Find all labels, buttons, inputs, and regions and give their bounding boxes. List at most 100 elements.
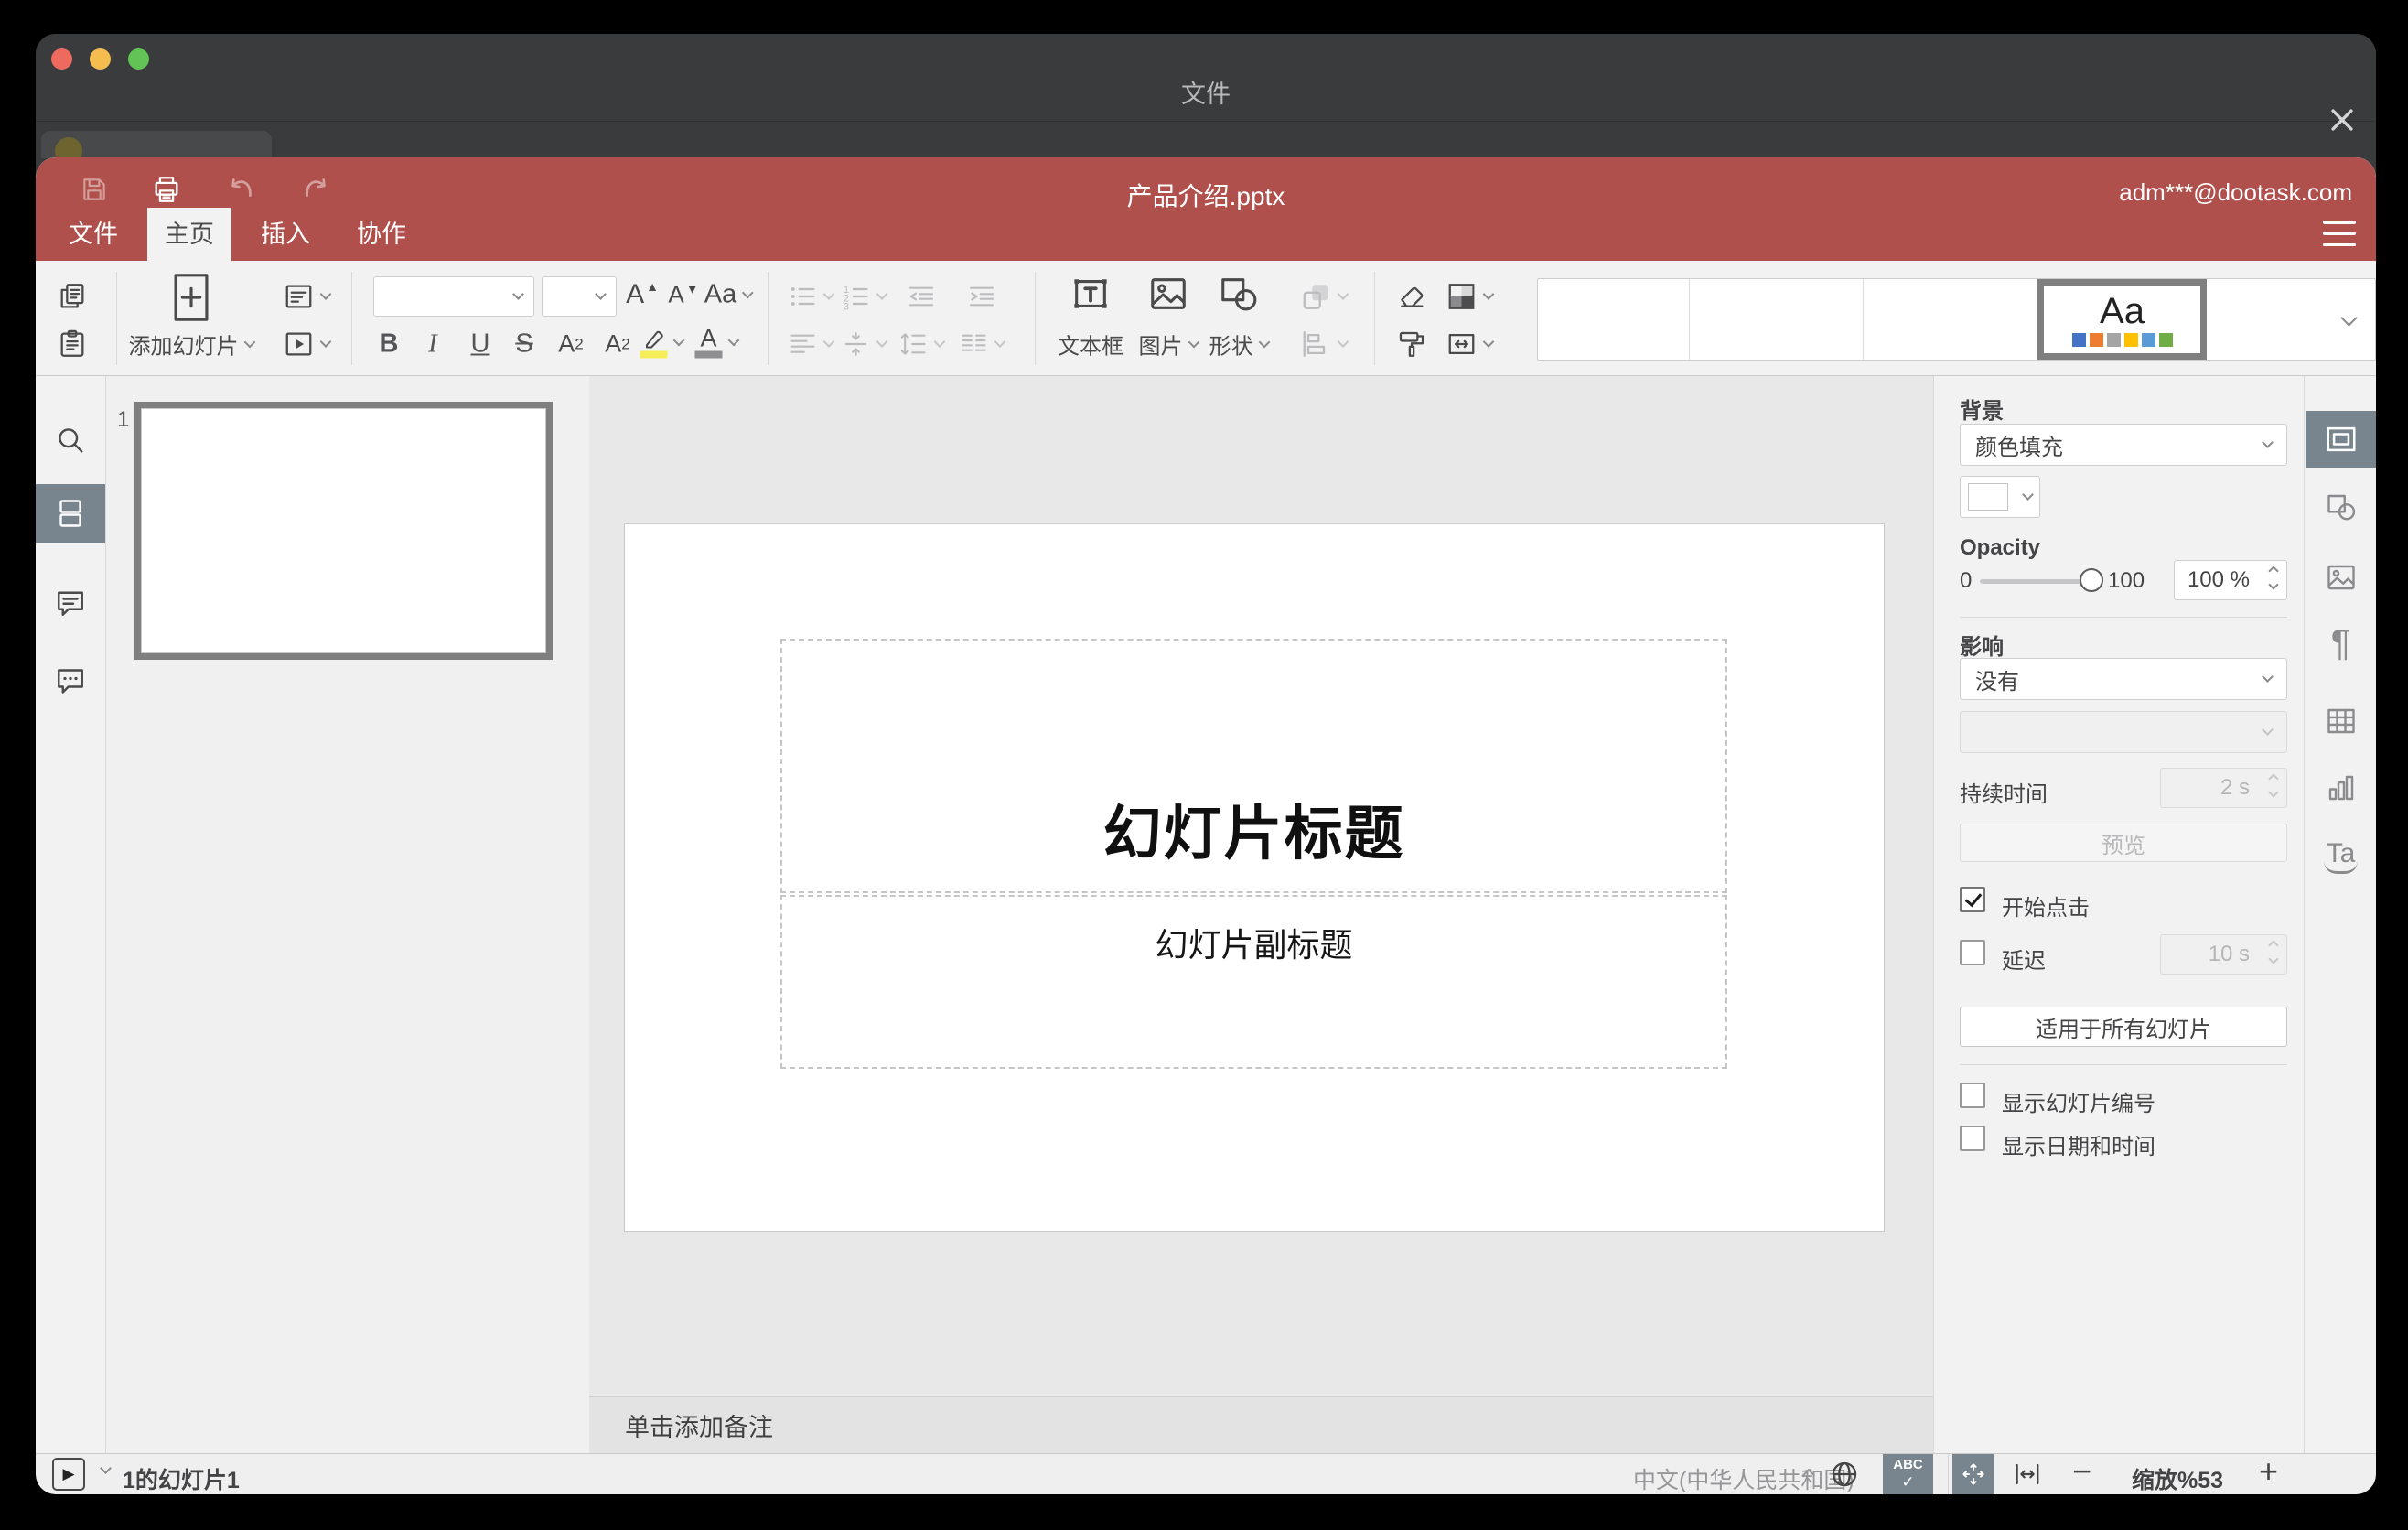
apply-to-all-slides-button[interactable]: 适用于所有幻灯片 <box>1960 1007 2287 1047</box>
notes-area[interactable]: 单击添加备注 <box>589 1396 1933 1453</box>
fit-to-width-button[interactable] <box>2006 1454 2048 1494</box>
menu-button[interactable] <box>2323 221 2356 246</box>
slide-layout-button[interactable] <box>284 281 332 312</box>
tab-insert[interactable]: 插入 <box>243 208 328 261</box>
slide-thumbnail-number: 1 <box>117 407 130 432</box>
insert-image-button[interactable] <box>1147 273 1189 315</box>
effect-select[interactable]: 没有 <box>1960 658 2287 700</box>
theme-option[interactable] <box>1538 279 1690 360</box>
subscript-button[interactable]: A2 <box>605 330 629 359</box>
change-case-button[interactable]: Aa <box>704 280 755 310</box>
decrease-indent-button[interactable] <box>907 282 936 311</box>
insert-textbox-label[interactable]: 文本框 <box>1058 329 1123 361</box>
italic-button[interactable]: I <box>428 329 437 360</box>
clear-style-button[interactable] <box>1396 281 1427 312</box>
title-placeholder[interactable]: 幻灯片标题 <box>780 639 1727 893</box>
delay-spinner[interactable]: 10 s <box>2160 934 2287 975</box>
add-slide-label[interactable]: 添加幻灯片 <box>129 329 256 361</box>
close-dialog-button[interactable] <box>2324 102 2360 138</box>
shape-settings-tab[interactable] <box>2306 479 2376 535</box>
opacity-slider-handle[interactable] <box>2080 568 2103 592</box>
increase-indent-button[interactable] <box>967 282 996 311</box>
close-traffic-light-icon[interactable] <box>51 48 72 70</box>
zoom-out-button[interactable]: − <box>2061 1452 2102 1494</box>
decrease-font-button[interactable]: A ▼ <box>668 281 698 309</box>
spinner-arrows-icon[interactable] <box>2268 566 2279 590</box>
horizontal-align-button[interactable] <box>789 329 835 359</box>
theme-option[interactable] <box>1690 279 1864 360</box>
underline-button[interactable]: U <box>471 329 490 360</box>
align-shape-button[interactable] <box>1301 329 1349 360</box>
superscript-button[interactable]: A2 <box>558 330 583 359</box>
tab-home[interactable]: 主页 <box>147 208 231 261</box>
paste-button[interactable] <box>57 329 88 360</box>
numbering-button[interactable] <box>842 282 888 311</box>
opacity-spinner[interactable]: 100 % <box>2174 560 2287 600</box>
duration-spinner[interactable]: 2 s <box>2160 768 2287 808</box>
bold-button[interactable]: B <box>380 329 399 360</box>
arrange-shape-button[interactable] <box>1301 281 1349 312</box>
theme-colors <box>2071 332 2173 347</box>
fit-to-slide-toggle[interactable] <box>1952 1454 1994 1494</box>
theme-option-selected[interactable]: Aa <box>2037 279 2207 360</box>
show-date-time-checkbox[interactable] <box>1960 1126 1985 1151</box>
insert-shape-label[interactable]: 形状 <box>1209 329 1271 361</box>
minimize-traffic-light-icon[interactable] <box>90 48 111 70</box>
increase-font-button[interactable]: A ▲ <box>626 279 659 310</box>
show-slide-number-checkbox[interactable] <box>1960 1083 1985 1108</box>
fit-width-icon <box>2013 1460 2042 1489</box>
font-size-combo[interactable] <box>542 276 617 317</box>
slide[interactable]: 幻灯片标题 幻灯片副标题 <box>624 523 1885 1232</box>
copy-button[interactable] <box>57 281 88 312</box>
chat-button[interactable] <box>36 651 105 709</box>
font-name-combo[interactable] <box>373 276 534 317</box>
theme-option[interactable] <box>1864 279 2037 360</box>
highlight-color-button[interactable] <box>640 327 685 359</box>
zoom-in-button[interactable]: + <box>2248 1452 2289 1494</box>
delay-checkbox[interactable] <box>1960 940 1985 965</box>
copy-icon <box>57 281 88 312</box>
paint-roller-icon <box>1396 329 1427 360</box>
preview-button[interactable]: 预览 <box>1960 824 2287 862</box>
add-slide-button[interactable] <box>165 271 218 324</box>
slide-settings-tab[interactable] <box>2306 411 2376 468</box>
slide-thumbnail[interactable] <box>134 402 553 660</box>
chart-settings-tab[interactable] <box>2306 760 2376 816</box>
set-language-button[interactable] <box>1824 1454 1865 1494</box>
image-settings-tab[interactable] <box>2306 549 2376 606</box>
font-color-button[interactable]: A <box>694 326 740 359</box>
textart-settings-tab[interactable]: Ta <box>2306 827 2376 884</box>
subtitle-placeholder[interactable]: 幻灯片副标题 <box>780 895 1727 1069</box>
bullets-button[interactable] <box>789 282 835 311</box>
strikethrough-button[interactable]: S <box>515 329 532 360</box>
columns-button[interactable] <box>960 329 1006 359</box>
maximize-traffic-light-icon[interactable] <box>128 48 149 70</box>
opacity-slider[interactable] <box>1980 579 2091 584</box>
copy-style-button[interactable] <box>1396 329 1427 360</box>
comments-button[interactable] <box>36 574 105 632</box>
search-button[interactable] <box>36 411 105 469</box>
start-slideshow-status-button[interactable]: ▶ <box>52 1458 85 1491</box>
chevron-down-icon[interactable] <box>100 1462 112 1474</box>
vertical-align-button[interactable] <box>842 329 888 359</box>
language-label[interactable]: 中文(中华人民共和国) <box>1633 1462 1854 1494</box>
line-spacing-button[interactable] <box>899 329 946 359</box>
insert-textbox-button[interactable] <box>1070 273 1112 315</box>
start-slideshow-button[interactable] <box>284 329 332 360</box>
insert-image-label[interactable]: 图片 <box>1139 329 1200 361</box>
start-on-click-checkbox[interactable] <box>1960 887 1985 912</box>
color-scheme-button[interactable] <box>1446 281 1495 312</box>
background-fill-select[interactable]: 颜色填充 <box>1960 424 2287 466</box>
spellcheck-toggle[interactable]: ABC ✓ <box>1883 1454 1933 1494</box>
paragraph-settings-tab[interactable]: ¶ <box>2306 615 2376 672</box>
table-settings-tab[interactable] <box>2306 693 2376 749</box>
theme-option[interactable] <box>2207 279 2322 360</box>
effect-type-select[interactable] <box>1960 711 2287 753</box>
background-color-swatch[interactable] <box>1960 476 2040 518</box>
tab-file[interactable]: 文件 <box>51 208 135 261</box>
slide-size-button[interactable] <box>1446 329 1495 360</box>
slides-panel-button[interactable] <box>36 484 105 543</box>
tab-collaboration[interactable]: 协作 <box>339 208 424 261</box>
insert-shape-button[interactable] <box>1218 273 1260 315</box>
theme-gallery-expand-button[interactable] <box>2322 279 2375 360</box>
